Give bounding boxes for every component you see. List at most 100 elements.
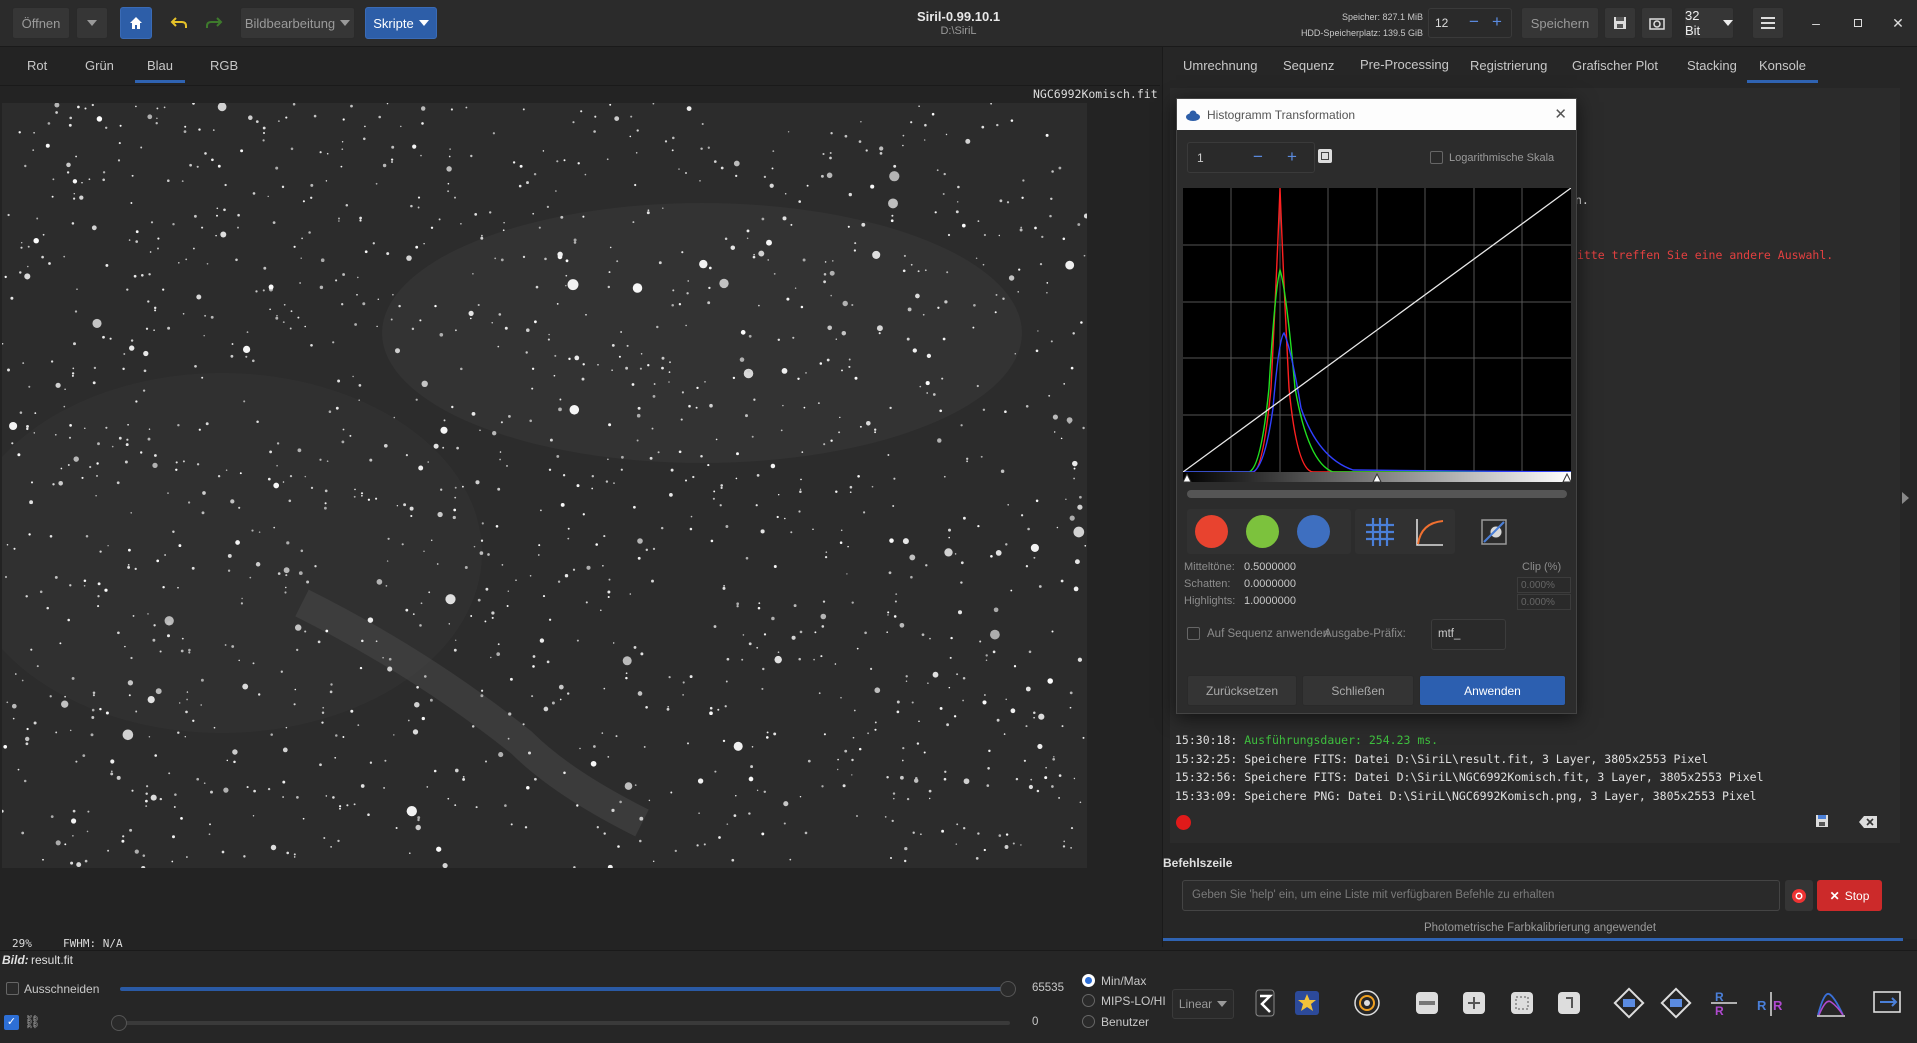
range-minmax-radio[interactable] xyxy=(1082,974,1095,987)
apply-button[interactable]: Anwenden xyxy=(1419,675,1566,706)
negative-view-icon xyxy=(1255,989,1275,1017)
tab-rgb[interactable]: RGB xyxy=(210,58,238,73)
curve-icon xyxy=(1416,519,1444,546)
tab-sequenz[interactable]: Sequenz xyxy=(1283,58,1334,73)
record-indicator-icon[interactable] xyxy=(1176,815,1191,830)
siril-logo-icon xyxy=(1186,110,1200,121)
highlights-value[interactable]: 1.0000000 xyxy=(1244,595,1296,607)
prefix-input[interactable]: mtf_ xyxy=(1431,619,1506,650)
dialog-close-icon[interactable]: ✕ xyxy=(1554,105,1567,123)
histogram-graph[interactable] xyxy=(1183,188,1571,488)
save-button[interactable]: Speichern xyxy=(1521,7,1599,39)
crop-tool-button[interactable] xyxy=(1410,986,1444,1020)
tab-blau[interactable]: Blau xyxy=(134,58,186,83)
add-selection-button[interactable] xyxy=(1457,986,1491,1020)
tab-pre-processing[interactable]: Pre-Processing xyxy=(1360,57,1449,72)
console-timestamp: 15:33:09: xyxy=(1175,789,1245,803)
close-window-button[interactable]: ✕ xyxy=(1882,8,1914,38)
zoom-fit-button[interactable] xyxy=(1318,149,1332,163)
curve-toggle-button[interactable] xyxy=(1413,515,1447,552)
plus-icon[interactable]: + xyxy=(1492,12,1502,32)
range-mips-radio[interactable] xyxy=(1082,994,1095,1007)
crop-checkbox[interactable] xyxy=(6,982,19,998)
dialog-titlebar: Histogramm Transformation ✕ xyxy=(1177,99,1576,130)
console-timestamp: 15:32:25: xyxy=(1175,752,1245,766)
link-checkbox[interactable]: ✓ xyxy=(4,1015,19,1030)
help-button[interactable] xyxy=(1785,880,1813,911)
console-message: Speichere FITS: Datei D:\SiriL\NGC6992Ko… xyxy=(1244,770,1764,784)
reset-button[interactable]: Zurücksetzen xyxy=(1187,675,1297,706)
minimize-icon: – xyxy=(1812,15,1820,31)
command-placeholder: Geben Sie 'help' ein, um eine Liste mit … xyxy=(1192,889,1555,901)
plus-icon[interactable]: + xyxy=(1287,147,1297,167)
rotate-90-right-button[interactable] xyxy=(1659,986,1693,1020)
main-menu-button[interactable] xyxy=(1752,7,1784,39)
disk-info: HDD-Speicherplatz: 139.5 GiB xyxy=(1300,28,1423,38)
minimize-button[interactable]: – xyxy=(1800,8,1832,38)
chevron-down-icon xyxy=(1217,1001,1228,1007)
fit-icon xyxy=(1511,992,1533,1014)
auto-stretch-button[interactable] xyxy=(1477,515,1511,552)
console-line: 15:32:25: Speichere FITS: Datei D:\SiriL… xyxy=(1175,752,1708,766)
clear-icon xyxy=(1859,816,1877,828)
console-message: Speichere FITS: Datei D:\SiriL\result.fi… xyxy=(1244,752,1709,766)
histogram-icon xyxy=(1817,992,1845,1017)
crop-label: Ausschneiden xyxy=(24,982,100,996)
fit-button[interactable] xyxy=(1505,986,1539,1020)
lifebuoy-icon xyxy=(1792,888,1806,903)
command-input[interactable]: Geben Sie 'help' ein, um eine Liste mit … xyxy=(1182,880,1780,911)
snapshot-button[interactable] xyxy=(1641,7,1673,39)
grid-toggle-button[interactable] xyxy=(1363,515,1397,552)
header-bar: Öffnen Bildbearbeitung Skripte Siril-0.9… xyxy=(0,0,1917,47)
threads-spinner[interactable]: 12 − + xyxy=(1428,8,1512,38)
clip-label: Clip (%) xyxy=(1522,561,1562,573)
zoom-spinner[interactable]: 1 − + xyxy=(1187,142,1315,173)
minus-icon[interactable]: − xyxy=(1469,12,1479,32)
rotate-90-left-button[interactable] xyxy=(1612,986,1646,1020)
close-dialog-button[interactable]: Schließen xyxy=(1302,675,1414,706)
photometry-button[interactable] xyxy=(1350,986,1384,1020)
console-clear-button[interactable] xyxy=(1858,815,1878,832)
screen-transfer-button[interactable] xyxy=(1871,986,1905,1020)
tab-konsole[interactable]: Konsole xyxy=(1747,58,1818,83)
console-save-button[interactable] xyxy=(1813,812,1831,833)
tab-stacking[interactable]: Stacking xyxy=(1687,58,1737,73)
expand-panel-icon[interactable] xyxy=(1902,492,1909,504)
color-map-button[interactable] xyxy=(1290,986,1324,1020)
tab-registrierung[interactable]: Registrierung xyxy=(1470,58,1547,73)
rotate-left-icon xyxy=(1613,987,1645,1019)
red-channel-toggle[interactable] xyxy=(1195,515,1228,548)
max-slider-handle[interactable] xyxy=(1000,981,1016,997)
negative-view-button[interactable] xyxy=(1248,986,1282,1020)
stop-x-icon: ✕ xyxy=(1829,888,1840,903)
image-viewer[interactable] xyxy=(2,103,1087,868)
max-slider[interactable] xyxy=(120,987,1010,991)
histogram-scrollbar[interactable] xyxy=(1187,490,1567,498)
green-channel-toggle[interactable] xyxy=(1246,515,1279,548)
tab-rot[interactable]: Rot xyxy=(27,58,47,73)
min-slider-handle[interactable] xyxy=(111,1015,127,1031)
mirror-vertical-button[interactable]: RR xyxy=(1707,986,1741,1020)
mirror-horizontal-button[interactable]: RR xyxy=(1754,986,1788,1020)
range-user-radio[interactable] xyxy=(1082,1015,1095,1028)
maximize-button[interactable] xyxy=(1842,8,1874,38)
save-as-button[interactable] xyxy=(1604,7,1636,39)
minus-icon[interactable]: − xyxy=(1253,147,1263,167)
bitdepth-menu[interactable]: 32 Bit xyxy=(1684,7,1734,39)
console-message: Speichere PNG: Datei D:\SiriL\NGC6992Kom… xyxy=(1244,789,1757,803)
tab-gruen[interactable]: Grün xyxy=(85,58,114,73)
star-colormap-icon xyxy=(1295,991,1319,1015)
tab-grafischer-plot[interactable]: Grafischer Plot xyxy=(1572,58,1658,73)
shadows-label: Schatten: xyxy=(1184,578,1231,590)
log-scale-checkbox[interactable] xyxy=(1430,151,1443,167)
blue-channel-toggle[interactable] xyxy=(1297,515,1330,548)
apply-sequence-checkbox[interactable] xyxy=(1187,627,1200,643)
min-slider[interactable] xyxy=(120,1021,1010,1025)
stretch-mode-dropdown[interactable]: Linear xyxy=(1172,989,1234,1019)
histogram-tool-button[interactable] xyxy=(1814,986,1848,1020)
tab-umrechnung[interactable]: Umrechnung xyxy=(1183,58,1257,73)
stop-button[interactable]: ✕ Stop xyxy=(1817,880,1882,911)
rotate-button[interactable] xyxy=(1552,986,1586,1020)
midtones-value[interactable]: 0.5000000 xyxy=(1244,561,1296,573)
shadows-value[interactable]: 0.0000000 xyxy=(1244,578,1296,590)
